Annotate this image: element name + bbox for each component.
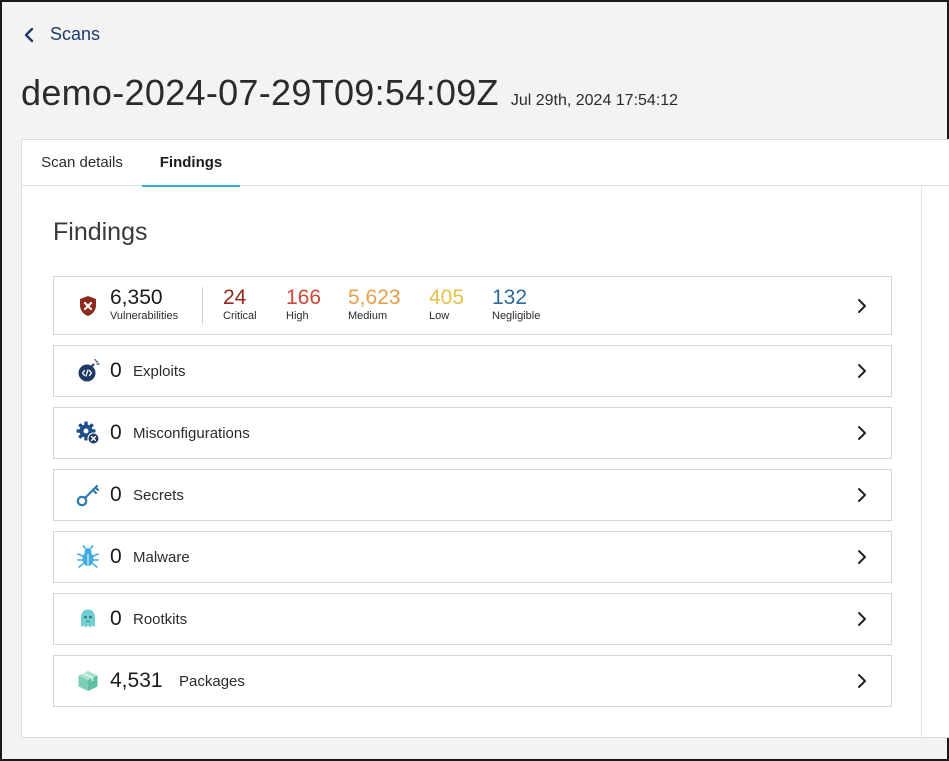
- severity-count: 132: [492, 286, 528, 309]
- chevron-right-icon: [858, 488, 866, 502]
- severity-count: 405: [429, 286, 465, 309]
- vulnerability-total: 6,350 Vulnerabilities: [110, 286, 178, 322]
- severity-label: High: [286, 310, 309, 322]
- severity-count: 5,623: [348, 286, 401, 309]
- tab-findings[interactable]: Findings: [142, 140, 240, 187]
- severity-label: Medium: [348, 310, 388, 322]
- finding-label: Secrets: [133, 487, 184, 504]
- chevron-left-icon: [24, 27, 34, 42]
- tab-label: Scan details: [41, 154, 123, 171]
- finding-count: 0: [110, 607, 122, 630]
- severity-negligible: 132 Negligible: [492, 286, 540, 322]
- severity-high: 166 High: [286, 286, 321, 322]
- finding-label: Misconfigurations: [133, 425, 250, 442]
- finding-card-secrets[interactable]: 0 Secrets: [53, 469, 892, 521]
- chevron-right-icon: [858, 550, 866, 564]
- chevron-right-icon: [858, 426, 866, 440]
- chevron-right-icon: [858, 612, 866, 626]
- scan-timestamp: Jul 29th, 2024 17:54:12: [510, 92, 679, 109]
- finding-count: 0: [110, 545, 122, 568]
- severity-count: 166: [286, 286, 322, 309]
- severity-label: Negligible: [492, 310, 541, 322]
- app-window: Scans demo-2024-07-29T09:54:09Z Jul 29th…: [0, 0, 949, 761]
- key-icon: [76, 483, 100, 507]
- finding-label: Rootkits: [133, 611, 188, 628]
- panel-divider: [921, 186, 922, 738]
- severity-medium: 5,623 Medium: [348, 286, 401, 322]
- section-title: Findings: [53, 218, 148, 246]
- finding-label: Malware: [133, 549, 190, 566]
- finding-count: 0: [110, 359, 122, 382]
- finding-label: Packages: [179, 673, 245, 690]
- divider: [202, 287, 203, 325]
- severity-critical: 24 Critical: [223, 286, 257, 322]
- tab-bar: Scan details Findings: [22, 140, 949, 187]
- tab-label: Findings: [159, 154, 223, 171]
- back-to-scans-link[interactable]: Scans: [22, 24, 100, 45]
- chevron-right-icon: [858, 364, 866, 378]
- vulnerabilities-card[interactable]: 6,350 Vulnerabilities 24 Critical 166 Hi…: [53, 276, 892, 335]
- vulnerability-count: 6,350: [110, 286, 163, 309]
- tab-scan-details[interactable]: Scan details: [22, 140, 142, 185]
- page-title: demo-2024-07-29T09:54:09Z: [21, 72, 499, 113]
- gear-x-icon: [76, 421, 100, 445]
- severity-label: Low: [429, 310, 450, 322]
- exploit-bomb-icon: [76, 359, 100, 383]
- severity-label: Critical: [223, 310, 257, 322]
- finding-count: 0: [110, 421, 122, 444]
- finding-count: 0: [110, 483, 122, 506]
- finding-label: Exploits: [133, 363, 186, 380]
- chevron-right-icon: [858, 674, 866, 688]
- back-label: Scans: [50, 24, 101, 44]
- finding-count: 4,531: [110, 669, 163, 692]
- finding-card-malware[interactable]: 0 Malware: [53, 531, 892, 583]
- vulnerability-label: Vulnerabilities: [110, 310, 179, 322]
- shield-x-icon: [76, 294, 100, 318]
- finding-card-misconfigurations[interactable]: 0 Misconfigurations: [53, 407, 892, 459]
- package-icon: [76, 669, 100, 693]
- finding-card-rootkits[interactable]: 0 Rootkits: [53, 593, 892, 645]
- bug-icon: [76, 545, 100, 569]
- severity-low: 405 Low: [429, 286, 464, 322]
- page-header: demo-2024-07-29T09:54:09Z Jul 29th, 2024…: [21, 72, 678, 114]
- content-panel: Scan details Findings Findings 6,350 Vul…: [21, 139, 949, 738]
- finding-card-exploits[interactable]: 0 Exploits: [53, 345, 892, 397]
- severity-count: 24: [223, 286, 247, 309]
- chevron-right-icon: [858, 299, 866, 313]
- ghost-icon: [76, 607, 100, 631]
- finding-card-packages[interactable]: 4,531 Packages: [53, 655, 892, 707]
